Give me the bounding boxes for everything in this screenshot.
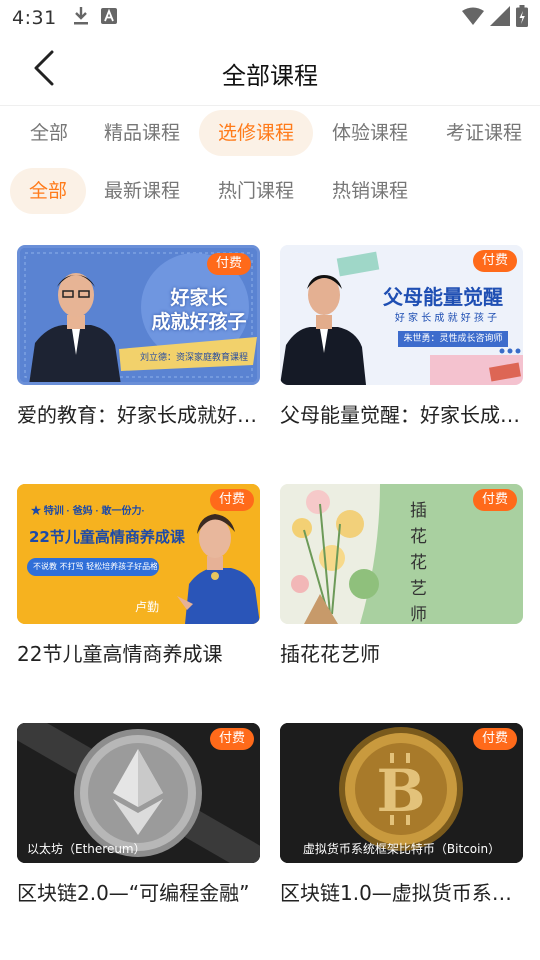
signal-icon	[490, 6, 510, 30]
page-title: 全部课程	[222, 62, 318, 90]
course-thumbnail: 父母能量觉醒 好 家 长 成 就 好 孩 子 朱世勇：灵性成长咨询师 付费	[280, 245, 523, 385]
thumbnail-caption: 以太坊（Ethereum）	[27, 842, 146, 856]
course-card[interactable]: 好家长 成就好孩子 刘立德：资深家庭教育课程 付费 爱的教育：好家长成就好孩子	[17, 245, 260, 428]
subtab-bestselling[interactable]: 热销课程	[322, 168, 418, 214]
course-thumbnail: ★ 特训 · 爸妈 · 敢一份力· 22节儿童高情商养成课 不说教 不打骂 轻松…	[17, 484, 260, 624]
tab-trial[interactable]: 体验课程	[322, 110, 418, 156]
course-thumbnail: 插花花艺师 付费	[280, 484, 523, 624]
paid-badge: 付费	[206, 253, 251, 275]
thumbnail-subtitle: 刘立德：资深家庭教育课程	[139, 353, 248, 363]
course-title: 插花花艺师	[280, 642, 380, 666]
paid-badge: 付费	[472, 489, 517, 511]
a-icon	[100, 8, 117, 28]
thumbnail-instructor: 朱世勇：灵性成长咨询师	[398, 331, 508, 347]
course-title: 区块链2.0—“可编程金融”	[17, 881, 250, 905]
course-title: 父母能量觉醒：好家长成就好孩子	[280, 403, 523, 427]
primary-tab-bar: 全部 精品课程 选修课程 体验课程 考证课程	[0, 110, 540, 158]
course-card[interactable]: 以太坊（Ethereum） 付费 区块链2.0—“可编程金融”	[17, 723, 260, 906]
course-card[interactable]: 插花花艺师 付费 插花花艺师	[280, 484, 523, 667]
svg-text:B: B	[376, 757, 425, 825]
tab-all[interactable]: 全部	[20, 110, 78, 156]
course-title: 22节儿童高情商养成课	[17, 642, 223, 666]
thumbnail-subtitle: 好 家 长 成 就 好 孩 子	[394, 313, 498, 324]
status-time: 4:31	[12, 7, 57, 29]
paid-badge: 付费	[472, 728, 517, 750]
course-card[interactable]: B 虚拟货币系统框架比特币（Bitcoin） 付费 区块链1.0—虚拟货币系统框…	[280, 723, 523, 906]
subtab-popular[interactable]: 热门课程	[208, 168, 304, 214]
course-title: 区块链1.0—虚拟货币系统框架	[280, 881, 523, 905]
download-icon	[73, 6, 89, 30]
svg-text:★ 特训 · 爸妈 · 敢一份力·: ★ 特训 · 爸妈 · 敢一份力·	[31, 504, 145, 517]
thumbnail-headline: 好家长 成就好孩子	[151, 287, 247, 333]
subtab-newest[interactable]: 最新课程	[94, 168, 190, 214]
status-system-icons	[462, 5, 528, 31]
thumbnail-headline: 22节儿童高情商养成课	[29, 528, 185, 546]
status-notification-icons	[73, 6, 117, 30]
course-thumbnail: B 虚拟货币系统框架比特币（Bitcoin） 付费	[280, 723, 523, 863]
thumbnail-instructor: 卢勤	[135, 600, 160, 614]
thumbnail-caption: 虚拟货币系统框架比特币（Bitcoin）	[302, 842, 501, 856]
course-card[interactable]: 父母能量觉醒 好 家 长 成 就 好 孩 子 朱世勇：灵性成长咨询师 付费 父母…	[280, 245, 523, 428]
thumbnail-headline: 父母能量觉醒	[383, 285, 503, 309]
tab-elective[interactable]: 选修课程	[199, 110, 313, 156]
thumbnail-headline: 插花花艺师	[410, 501, 427, 624]
paid-badge: 付费	[472, 250, 517, 272]
battery-icon	[516, 5, 528, 31]
paid-badge: 付费	[209, 489, 254, 511]
course-thumbnail: 以太坊（Ethereum） 付费	[17, 723, 260, 863]
secondary-tab-bar: 全部 最新课程 热门课程 热销课程	[0, 168, 540, 216]
wifi-icon	[462, 7, 484, 29]
subtab-all[interactable]: 全部	[10, 168, 86, 214]
app-header: 全部课程	[0, 36, 540, 106]
course-card[interactable]: ★ 特训 · 爸妈 · 敢一份力· 22节儿童高情商养成课 不说教 不打骂 轻松…	[17, 484, 260, 667]
course-title: 爱的教育：好家长成就好孩子	[17, 403, 260, 427]
tab-certificate[interactable]: 考证课程	[436, 110, 532, 156]
tab-premium[interactable]: 精品课程	[94, 110, 190, 156]
paid-badge: 付费	[209, 728, 254, 750]
course-thumbnail: 好家长 成就好孩子 刘立德：资深家庭教育课程 付费	[17, 245, 260, 385]
thumbnail-subtitle: 不说教 不打骂 轻松培养孩子好品格	[33, 562, 157, 571]
status-bar: 4:31	[0, 0, 540, 36]
